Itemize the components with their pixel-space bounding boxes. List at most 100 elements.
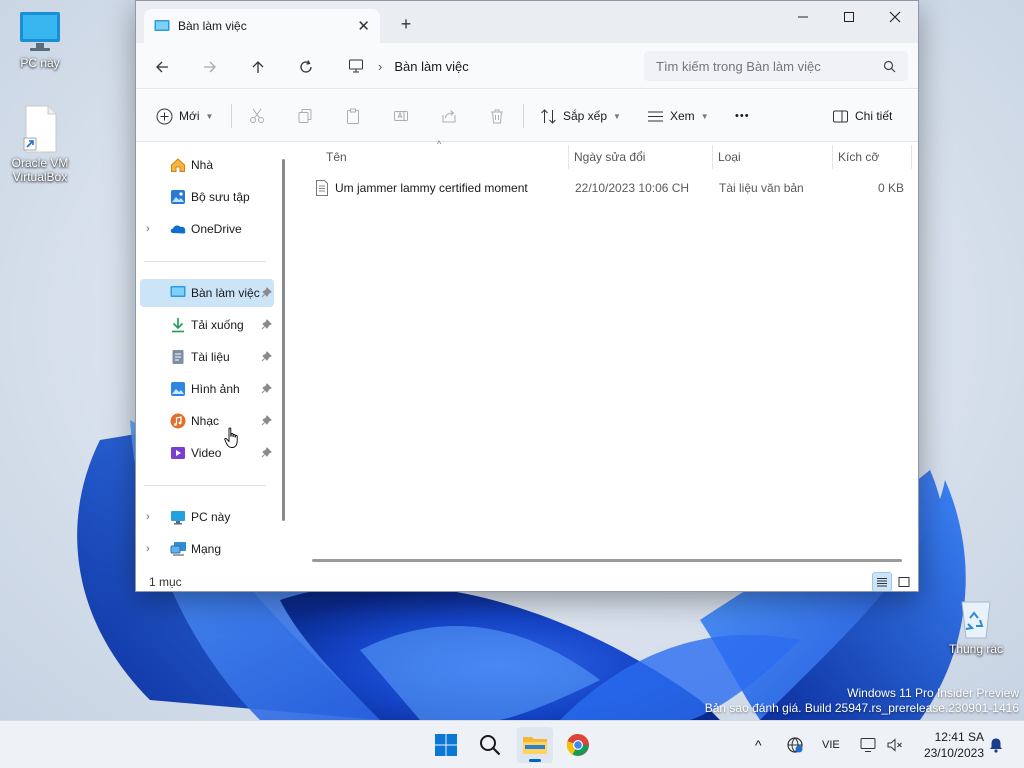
column-divider[interactable] <box>712 145 713 169</box>
close-icon <box>889 11 901 23</box>
pin-icon[interactable] <box>261 415 272 426</box>
chrome-taskbar-button[interactable] <box>560 727 596 763</box>
cut-button[interactable] <box>249 103 265 129</box>
delete-button[interactable] <box>489 103 505 129</box>
nav-item-desktop[interactable]: Bàn làm việc <box>140 279 274 307</box>
nav-item-pictures[interactable]: Hình ảnh <box>140 375 274 403</box>
maximize-icon <box>844 12 854 22</box>
network-icon <box>170 542 186 556</box>
column-header-size[interactable]: Kích cỡ <box>838 143 910 171</box>
documents-icon <box>172 350 184 364</box>
column-header-type[interactable]: Loại <box>718 143 832 171</box>
chevron-right-icon[interactable]: › <box>146 511 150 523</box>
pin-icon[interactable] <box>261 383 272 394</box>
nav-item-music[interactable]: Nhạc <box>140 407 274 435</box>
share-button[interactable] <box>441 103 457 129</box>
pin-icon[interactable] <box>261 351 272 362</box>
pc-icon <box>171 511 185 525</box>
nav-item-onedrive[interactable]: › OneDrive <box>140 215 274 243</box>
show-hidden-icons-button[interactable]: ^ <box>755 721 762 768</box>
file-explorer-window: Bàn làm việc ✕ + › Bàn làm việc Tìm kiếm… <box>135 0 919 592</box>
desktop-icon-label: PC này <box>20 56 60 70</box>
breadcrumb[interactable]: Bàn làm việc <box>394 59 468 74</box>
text-file-icon <box>316 180 328 196</box>
nav-item-home[interactable]: Nhà <box>140 151 274 179</box>
nav-item-gallery[interactable]: Bộ sưu tập <box>140 183 274 211</box>
volume-icon[interactable] <box>886 721 904 768</box>
details-button[interactable]: Chi tiết <box>832 103 892 129</box>
toolbar-divider <box>523 104 524 128</box>
pin-icon[interactable] <box>261 319 272 330</box>
nav-item-label: Hình ảnh <box>191 382 240 396</box>
display-icon <box>860 738 876 752</box>
file-explorer-taskbar-button[interactable] <box>517 727 553 763</box>
taskbar: ^ VIE 12:41 SA 23/10/2023 <box>0 720 1024 768</box>
refresh-button[interactable] <box>293 54 319 80</box>
column-divider[interactable] <box>832 145 833 169</box>
navigation-scrollbar[interactable] <box>282 159 285 521</box>
start-button[interactable] <box>428 727 464 763</box>
quick-settings-icon[interactable] <box>860 721 878 768</box>
view-button[interactable]: Xem ▼ <box>647 103 709 129</box>
view-button-label: Xem <box>670 109 695 123</box>
pin-icon[interactable] <box>261 287 272 298</box>
bell-icon <box>990 738 1002 753</box>
title-bar[interactable]: Bàn làm việc ✕ + <box>136 1 918 43</box>
large-icons-view-icon <box>898 577 910 587</box>
forward-button[interactable] <box>197 54 223 80</box>
sort-button[interactable]: Sắp xếp ▼ <box>540 103 621 129</box>
watermark-edition: Windows 11 Pro Insider Preview <box>847 686 1019 700</box>
minimize-button[interactable] <box>780 1 826 33</box>
new-button-label: Mới <box>179 109 200 123</box>
nav-item-this-pc[interactable]: › PC này <box>140 503 274 531</box>
column-header-name[interactable]: Tên <box>326 143 566 171</box>
nav-item-downloads[interactable]: Tải xuống <box>140 311 274 339</box>
tab-ban-lam-viec[interactable]: Bàn làm việc ✕ <box>144 9 380 43</box>
copy-button[interactable] <box>297 103 313 129</box>
up-button[interactable] <box>245 54 271 80</box>
close-button[interactable] <box>872 1 918 33</box>
notifications-button[interactable] <box>988 721 1004 768</box>
address-bar[interactable]: › Bàn làm việc <box>338 51 634 81</box>
chevron-right-icon[interactable]: › <box>146 223 150 235</box>
search-input[interactable] <box>656 58 866 74</box>
desktop-icon-virtualbox[interactable]: Oracle VM VirtualBox <box>0 104 80 184</box>
file-list[interactable]: ^ Tên Ngày sửa đổi Loại Kích cỡ Um jamme… <box>294 139 918 571</box>
file-row[interactable]: Um jammer lammy certified moment 22/10/2… <box>298 175 914 201</box>
paste-button[interactable] <box>345 103 361 129</box>
more-options-button[interactable]: ••• <box>735 103 750 129</box>
details-view-button[interactable] <box>872 572 892 591</box>
nav-item-video[interactable]: Video <box>140 439 274 467</box>
trash-icon <box>491 109 503 124</box>
nav-item-label: Nhạc <box>191 414 220 428</box>
nav-item-label: PC này <box>191 510 231 524</box>
clock[interactable]: 12:41 SA 23/10/2023 <box>924 729 984 761</box>
rename-button[interactable] <box>393 103 409 129</box>
details-view-icon <box>877 578 887 587</box>
back-button[interactable] <box>149 54 175 80</box>
language-indicator[interactable]: VIE <box>822 721 840 768</box>
column-divider[interactable] <box>911 145 912 169</box>
monitor-icon <box>20 12 60 51</box>
nav-item-documents[interactable]: Tài liệu <box>140 343 274 371</box>
search-box[interactable] <box>644 51 908 81</box>
network-status-icon[interactable] <box>786 721 804 768</box>
details-pane-icon <box>833 110 848 122</box>
desktop-icon-recycle-bin[interactable]: Thùng rác <box>936 596 1016 656</box>
maximize-button[interactable] <box>826 1 872 33</box>
new-tab-button[interactable]: + <box>394 13 418 37</box>
more-dots-icon: ••• <box>735 110 750 122</box>
horizontal-scrollbar[interactable] <box>312 559 902 562</box>
search-taskbar-button[interactable] <box>472 727 508 763</box>
tiles-view-button[interactable] <box>894 572 914 591</box>
nav-item-network[interactable]: › Mạng <box>140 535 274 563</box>
desktop-icon-this-pc[interactable]: PC này <box>0 10 80 70</box>
chevron-right-icon[interactable]: › <box>146 543 150 555</box>
shortcut-file-icon <box>23 105 57 153</box>
pin-icon[interactable] <box>261 447 272 458</box>
speaker-muted-icon <box>887 738 902 752</box>
column-divider[interactable] <box>568 145 569 169</box>
new-button[interactable]: Mới ▼ <box>156 103 213 129</box>
column-header-date-modified[interactable]: Ngày sửa đổi <box>574 143 710 171</box>
tab-close-button[interactable]: ✕ <box>357 17 370 35</box>
